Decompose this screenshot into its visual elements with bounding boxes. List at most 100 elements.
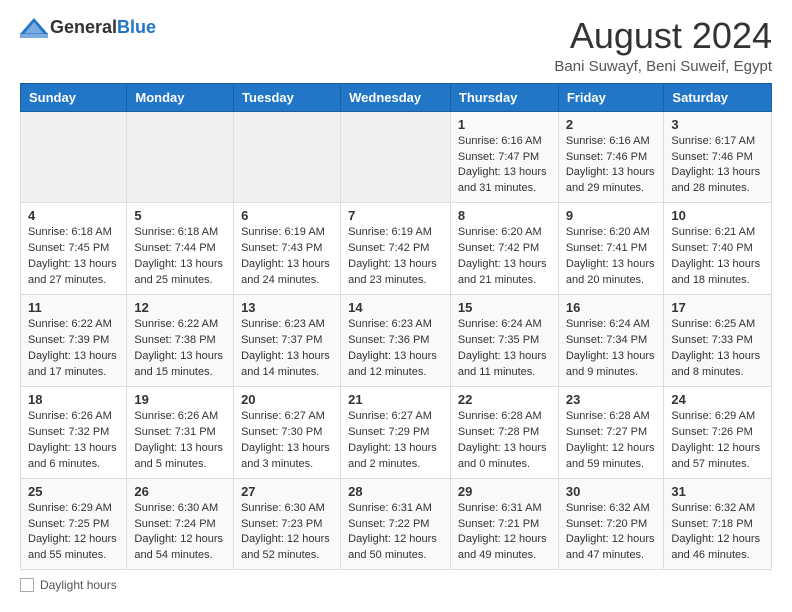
calendar-cell: 26 Sunrise: 6:30 AM Sunset: 7:24 PM Dayli… [127, 478, 234, 570]
day-number: 10 [671, 208, 764, 223]
day-info: Sunrise: 6:16 AM Sunset: 7:46 PM Dayligh… [566, 134, 657, 198]
day-info: Sunrise: 6:29 AM Sunset: 7:25 PM Dayligh… [28, 501, 119, 565]
day-info: Sunrise: 6:22 AM Sunset: 7:38 PM Dayligh… [134, 317, 226, 381]
day-number: 26 [134, 484, 226, 499]
footer: Daylight hours [20, 578, 772, 592]
calendar-cell: 31Sunrise: 6:32 AM Sunset: 7:18 PM Dayli… [664, 478, 772, 570]
logo-blue-text: Blue [117, 17, 156, 37]
day-info: Sunrise: 6:24 AM Sunset: 7:35 PM Dayligh… [458, 317, 551, 381]
calendar-cell: 6 Sunrise: 6:19 AM Sunset: 7:43 PM Daylig… [234, 203, 341, 295]
day-info: Sunrise: 6:27 AM Sunset: 7:29 PM Dayligh… [348, 409, 443, 473]
day-number: 30 [566, 484, 657, 499]
calendar-cell: 25 Sunrise: 6:29 AM Sunset: 7:25 PM Dayli… [21, 478, 127, 570]
calendar-cell: 30 Sunrise: 6:32 AM Sunset: 7:20 PM Dayli… [558, 478, 664, 570]
calendar-cell: 11 Sunrise: 6:22 AM Sunset: 7:39 PM Dayli… [21, 295, 127, 387]
calendar-header-friday: Friday [558, 83, 664, 111]
day-number: 24 [671, 392, 764, 407]
day-number: 19 [134, 392, 226, 407]
calendar-cell: 14 Sunrise: 6:23 AM Sunset: 7:36 PM Dayli… [341, 295, 451, 387]
day-number: 6 [241, 208, 333, 223]
day-info: Sunrise: 6:26 AM Sunset: 7:32 PM Dayligh… [28, 409, 119, 473]
logo: GeneralBlue [20, 16, 156, 38]
calendar-cell: 19Sunrise: 6:26 AM Sunset: 7:31 PM Dayli… [127, 386, 234, 478]
title-block: August 2024 Bani Suwayf, Beni Suweif, Eg… [554, 16, 772, 75]
day-info: Sunrise: 6:17 AM Sunset: 7:46 PM Dayligh… [671, 134, 764, 198]
calendar-cell [127, 111, 234, 203]
calendar-cell: 8Sunrise: 6:20 AM Sunset: 7:42 PM Daylig… [450, 203, 558, 295]
day-number: 8 [458, 208, 551, 223]
calendar-cell: 2Sunrise: 6:16 AM Sunset: 7:46 PM Daylig… [558, 111, 664, 203]
day-number: 29 [458, 484, 551, 499]
calendar-table: SundayMondayTuesdayWednesdayThursdayFrid… [20, 83, 772, 571]
calendar-header-tuesday: Tuesday [234, 83, 341, 111]
calendar-cell: 17 Sunrise: 6:25 AM Sunset: 7:33 PM Dayli… [664, 295, 772, 387]
calendar-cell: 16 Sunrise: 6:24 AM Sunset: 7:34 PM Dayli… [558, 295, 664, 387]
day-info: Sunrise: 6:23 AM Sunset: 7:36 PM Dayligh… [348, 317, 443, 381]
day-number: 22 [458, 392, 551, 407]
day-info: Sunrise: 6:21 AM Sunset: 7:40 PM Dayligh… [671, 225, 764, 289]
day-info: Sunrise: 6:28 AM Sunset: 7:28 PM Dayligh… [458, 409, 551, 473]
day-number: 14 [348, 300, 443, 315]
calendar-header-wednesday: Wednesday [341, 83, 451, 111]
day-info: Sunrise: 6:18 AM Sunset: 7:45 PM Dayligh… [28, 225, 119, 289]
calendar-cell: 18Sunrise: 6:26 AM Sunset: 7:32 PM Dayli… [21, 386, 127, 478]
calendar-cell: 23Sunrise: 6:28 AM Sunset: 7:27 PM Dayli… [558, 386, 664, 478]
calendar-cell: 28 Sunrise: 6:31 AM Sunset: 7:22 PM Dayli… [341, 478, 451, 570]
calendar-header-monday: Monday [127, 83, 234, 111]
day-info: Sunrise: 6:27 AM Sunset: 7:30 PM Dayligh… [241, 409, 333, 473]
calendar-cell: 4 Sunrise: 6:18 AM Sunset: 7:45 PM Daylig… [21, 203, 127, 295]
day-number: 1 [458, 117, 551, 132]
calendar-cell: 29 Sunrise: 6:31 AM Sunset: 7:21 PM Dayli… [450, 478, 558, 570]
calendar-cell: 3Sunrise: 6:17 AM Sunset: 7:46 PM Daylig… [664, 111, 772, 203]
calendar-week-row: 11 Sunrise: 6:22 AM Sunset: 7:39 PM Dayli… [21, 295, 772, 387]
day-info: Sunrise: 6:22 AM Sunset: 7:39 PM Dayligh… [28, 317, 119, 381]
day-info: Sunrise: 6:31 AM Sunset: 7:21 PM Dayligh… [458, 501, 551, 565]
logo-general-text: General [50, 17, 117, 37]
day-info: Sunrise: 6:31 AM Sunset: 7:22 PM Dayligh… [348, 501, 443, 565]
calendar-header-sunday: Sunday [21, 83, 127, 111]
calendar-week-row: 1 Sunrise: 6:16 AM Sunset: 7:47 PM Daylig… [21, 111, 772, 203]
calendar-cell: 21 Sunrise: 6:27 AM Sunset: 7:29 PM Dayli… [341, 386, 451, 478]
calendar-header-row: SundayMondayTuesdayWednesdayThursdayFrid… [21, 83, 772, 111]
calendar-cell [21, 111, 127, 203]
calendar-cell: 13 Sunrise: 6:23 AM Sunset: 7:37 PM Dayli… [234, 295, 341, 387]
day-number: 16 [566, 300, 657, 315]
calendar-cell: 27 Sunrise: 6:30 AM Sunset: 7:23 PM Dayli… [234, 478, 341, 570]
day-info: Sunrise: 6:32 AM Sunset: 7:20 PM Dayligh… [566, 501, 657, 565]
calendar-week-row: 25 Sunrise: 6:29 AM Sunset: 7:25 PM Dayli… [21, 478, 772, 570]
day-number: 27 [241, 484, 333, 499]
day-info: Sunrise: 6:28 AM Sunset: 7:27 PM Dayligh… [566, 409, 657, 473]
day-number: 13 [241, 300, 333, 315]
day-info: Sunrise: 6:24 AM Sunset: 7:34 PM Dayligh… [566, 317, 657, 381]
calendar-header-saturday: Saturday [664, 83, 772, 111]
calendar-cell: 5Sunrise: 6:18 AM Sunset: 7:44 PM Daylig… [127, 203, 234, 295]
calendar-cell: 22 Sunrise: 6:28 AM Sunset: 7:28 PM Dayli… [450, 386, 558, 478]
calendar-cell: 20 Sunrise: 6:27 AM Sunset: 7:30 PM Dayli… [234, 386, 341, 478]
day-info: Sunrise: 6:25 AM Sunset: 7:33 PM Dayligh… [671, 317, 764, 381]
day-info: Sunrise: 6:23 AM Sunset: 7:37 PM Dayligh… [241, 317, 333, 381]
calendar-cell: 7Sunrise: 6:19 AM Sunset: 7:42 PM Daylig… [341, 203, 451, 295]
calendar-header-thursday: Thursday [450, 83, 558, 111]
page-header: GeneralBlue August 2024 Bani Suwayf, Ben… [20, 16, 772, 75]
day-number: 15 [458, 300, 551, 315]
calendar-week-row: 4 Sunrise: 6:18 AM Sunset: 7:45 PM Daylig… [21, 203, 772, 295]
calendar-cell: 1 Sunrise: 6:16 AM Sunset: 7:47 PM Daylig… [450, 111, 558, 203]
day-number: 28 [348, 484, 443, 499]
day-info: Sunrise: 6:30 AM Sunset: 7:23 PM Dayligh… [241, 501, 333, 565]
day-number: 21 [348, 392, 443, 407]
daylight-box [20, 578, 34, 592]
day-number: 4 [28, 208, 119, 223]
day-number: 11 [28, 300, 119, 315]
day-info: Sunrise: 6:19 AM Sunset: 7:43 PM Dayligh… [241, 225, 333, 289]
day-number: 9 [566, 208, 657, 223]
day-info: Sunrise: 6:16 AM Sunset: 7:47 PM Dayligh… [458, 134, 551, 198]
daylight-label: Daylight hours [40, 578, 117, 592]
day-info: Sunrise: 6:20 AM Sunset: 7:41 PM Dayligh… [566, 225, 657, 289]
calendar-cell [341, 111, 451, 203]
day-number: 20 [241, 392, 333, 407]
day-number: 17 [671, 300, 764, 315]
day-info: Sunrise: 6:30 AM Sunset: 7:24 PM Dayligh… [134, 501, 226, 565]
day-number: 31 [671, 484, 764, 499]
day-number: 25 [28, 484, 119, 499]
calendar-cell: 9 Sunrise: 6:20 AM Sunset: 7:41 PM Daylig… [558, 203, 664, 295]
